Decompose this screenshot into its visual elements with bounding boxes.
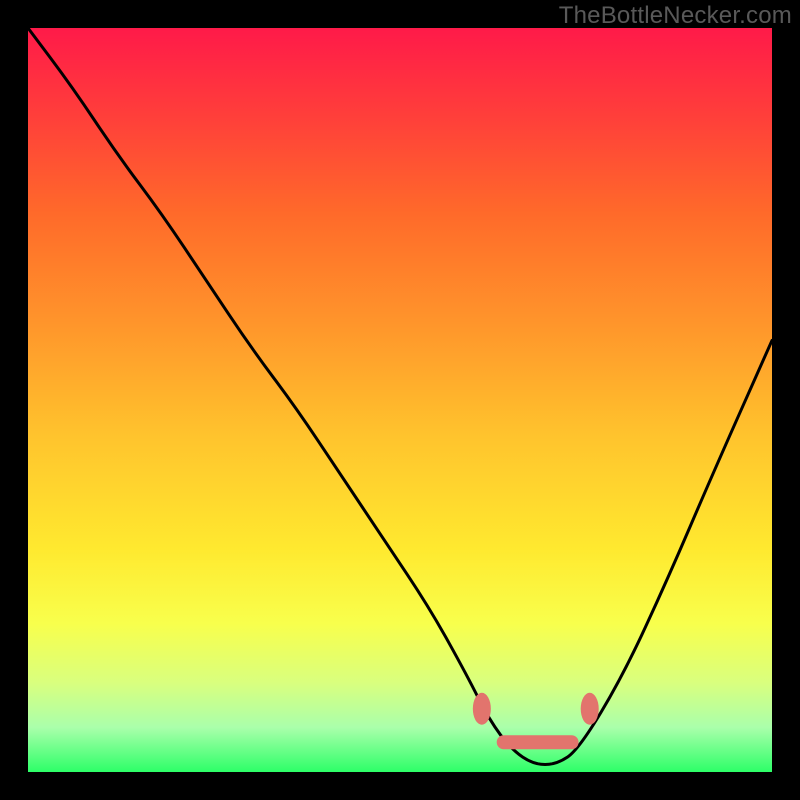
watermark-text: TheBottleNecker.com — [559, 2, 792, 30]
threshold-bar — [497, 735, 579, 749]
chart-container: TheBottleNecker.com — [0, 0, 800, 800]
threshold-marker — [581, 693, 599, 725]
chart-background — [28, 28, 772, 772]
threshold-marker — [473, 693, 491, 725]
bottleneck-chart — [0, 0, 800, 800]
